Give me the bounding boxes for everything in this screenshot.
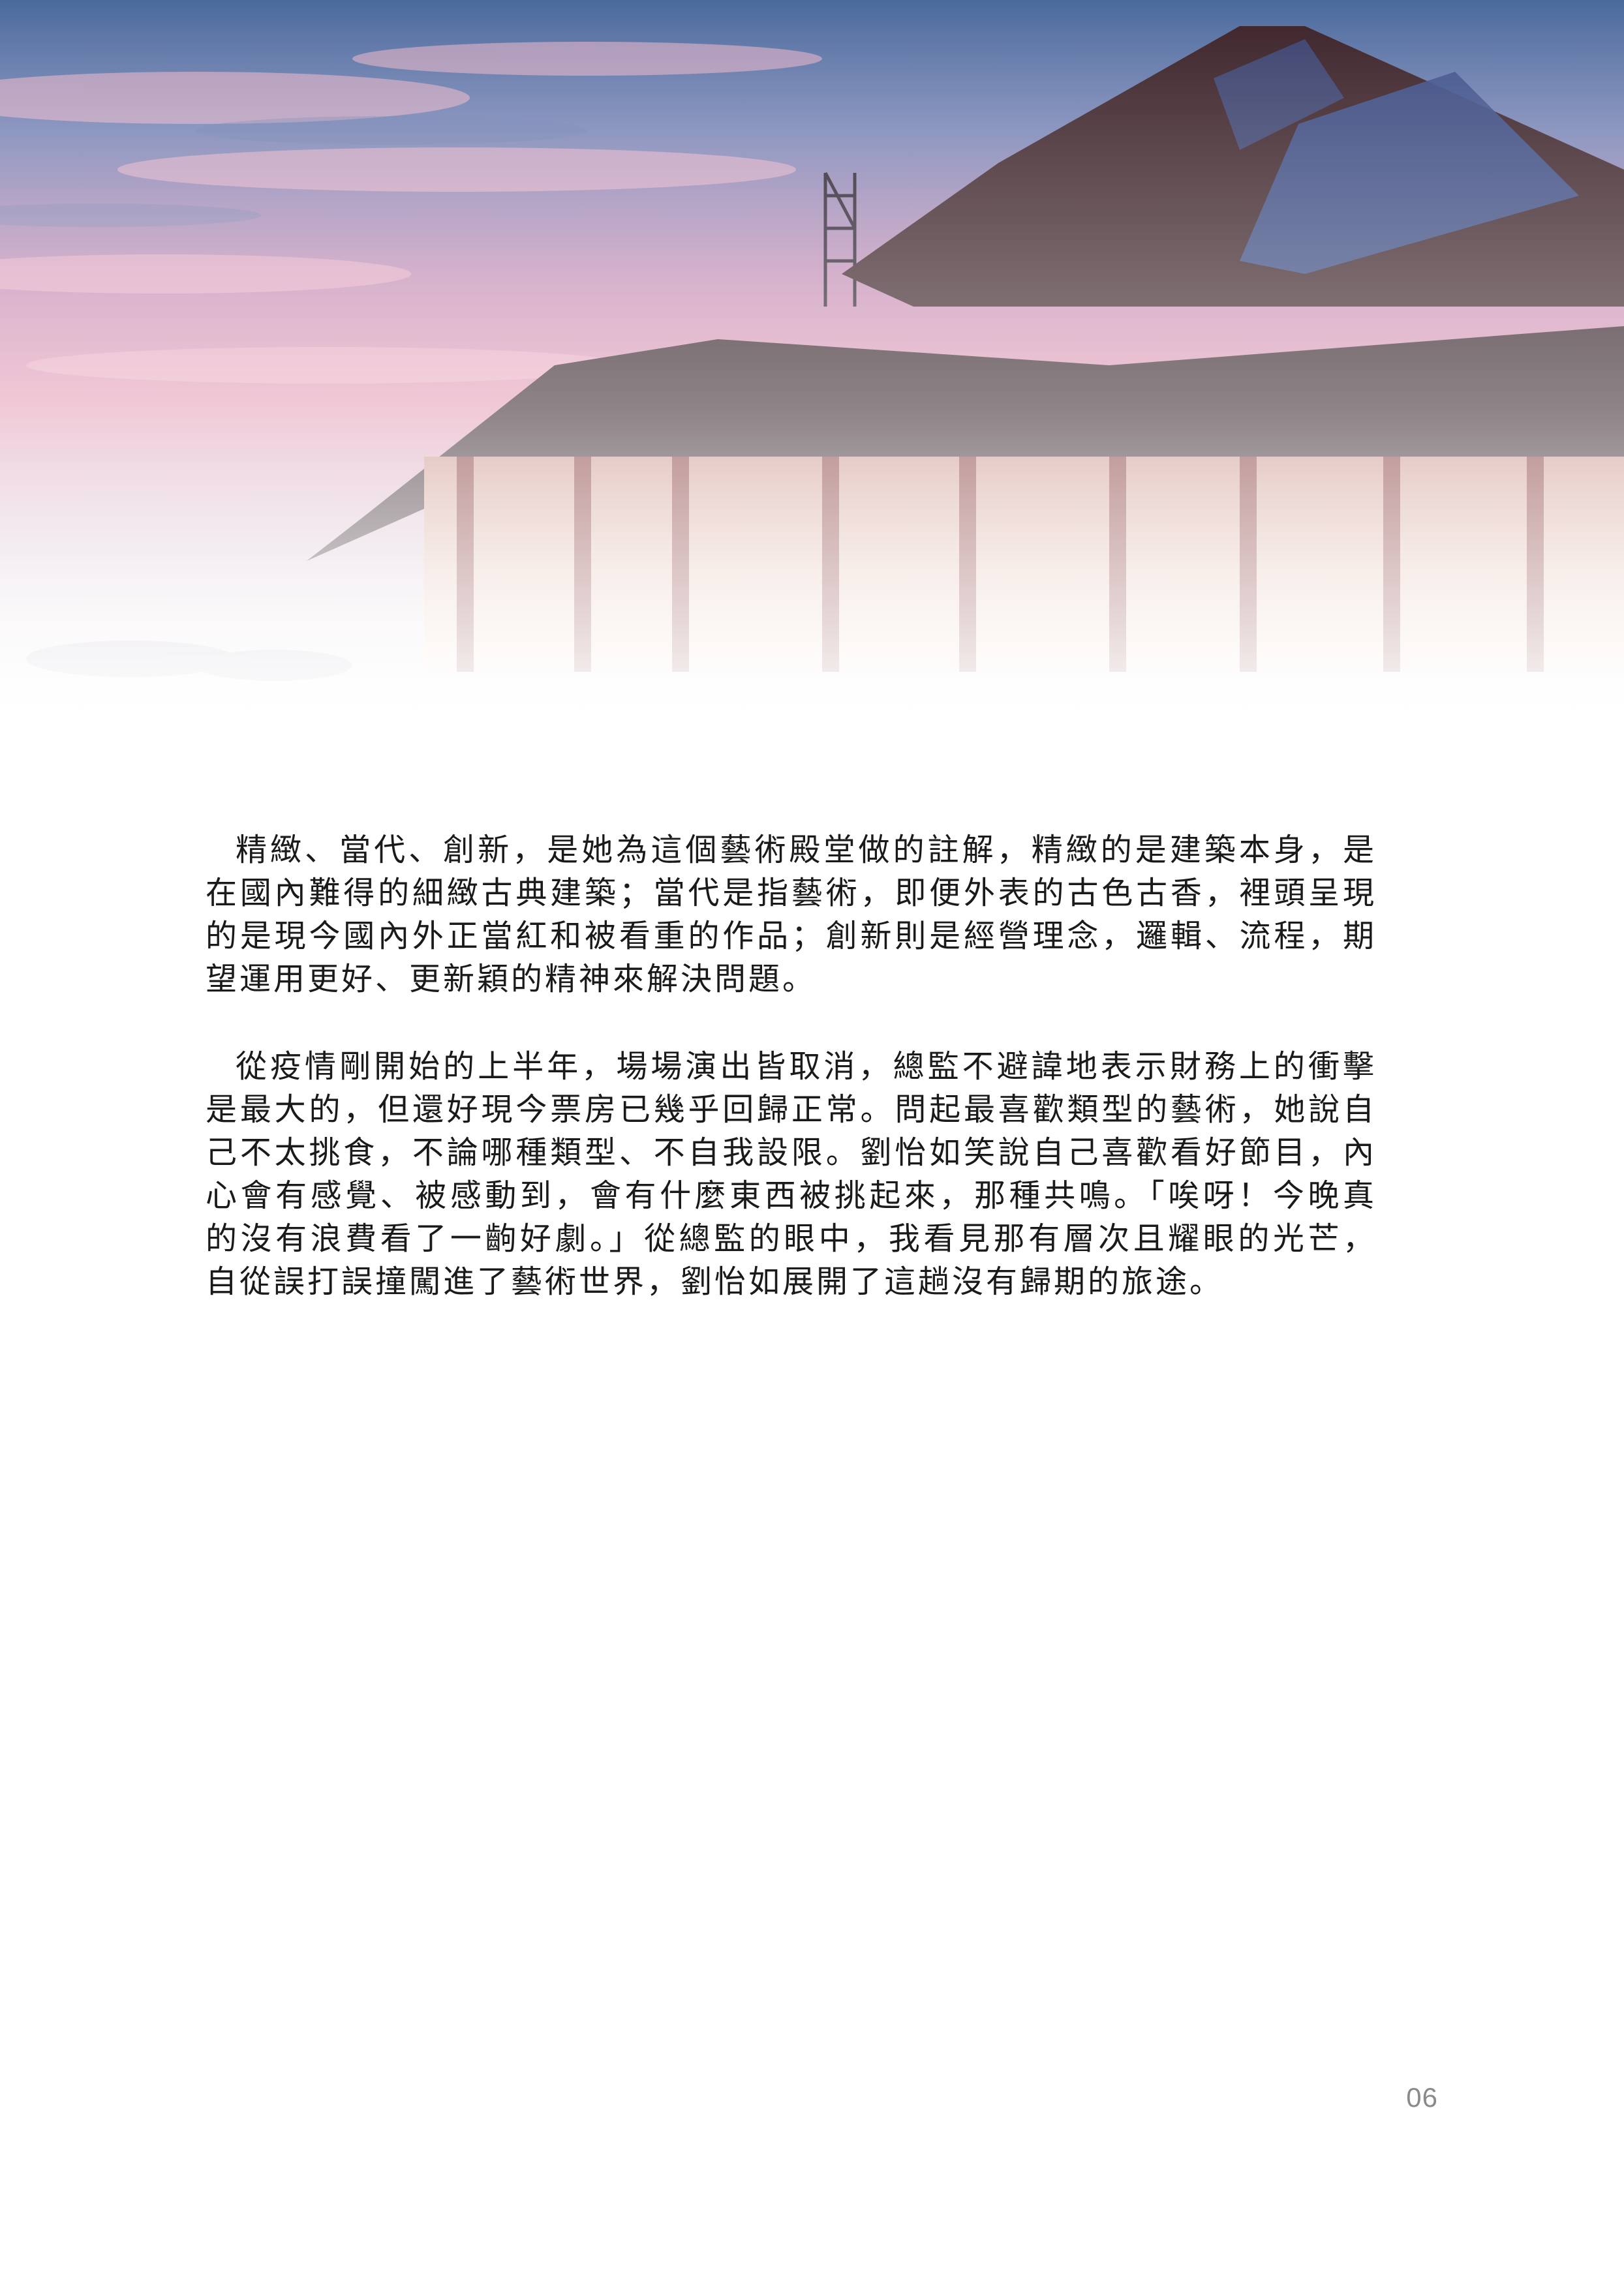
header-photo [0,0,1624,731]
article-paragraph: 從疫情剛開始的上半年，場場演出皆取消，總監不避諱地表示財務上的衝擊是最大的，但還… [206,1048,1377,1300]
article-paragraph: 精緻、當代、創新，是她為這個藝術殿堂做的註解，精緻的是建築本身，是在國內難得的細… [206,832,1377,997]
article-body: 精緻、當代、創新，是她為這個藝術殿堂做的註解，精緻的是建築本身，是在國內難得的細… [206,828,1377,1348]
page-number: 06 [1406,2082,1438,2113]
